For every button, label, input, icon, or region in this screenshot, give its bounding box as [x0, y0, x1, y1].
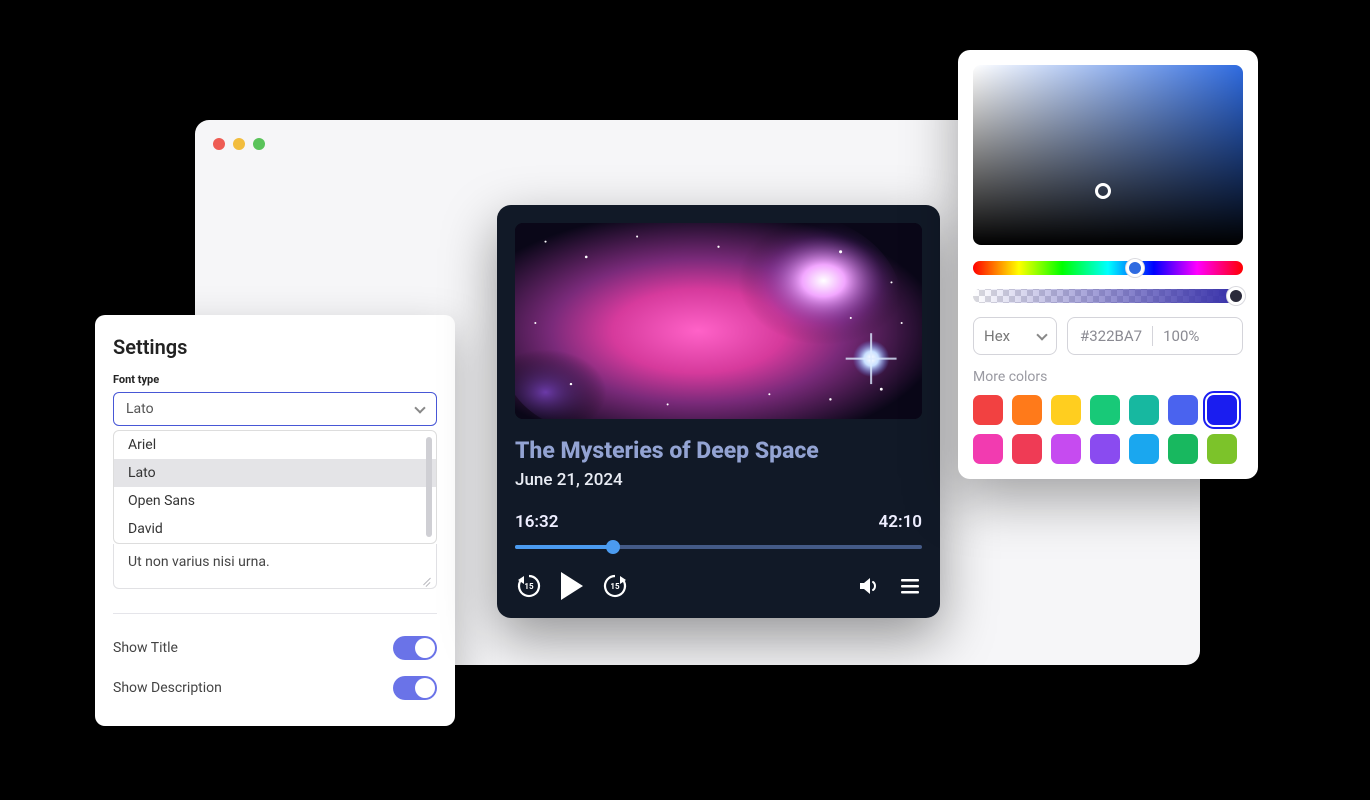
hue-slider[interactable]: [973, 261, 1243, 275]
color-swatch[interactable]: [1051, 395, 1081, 425]
rewind-15-icon: 15: [515, 572, 543, 600]
forward-15-icon: 15: [601, 572, 629, 600]
color-swatch[interactable]: [973, 395, 1003, 425]
menu-button[interactable]: [898, 574, 922, 598]
font-option[interactable]: Ariel: [114, 431, 436, 459]
alpha-slider[interactable]: [973, 289, 1243, 303]
color-value-input[interactable]: #322BA7 100%: [1067, 317, 1243, 355]
hex-value: #322BA7: [1080, 327, 1142, 345]
window-minimize-dot[interactable]: [233, 138, 245, 150]
audio-player-card: The Mysteries of Deep Space June 21, 202…: [497, 205, 940, 618]
swatch-grid: [973, 395, 1243, 464]
seek-bar[interactable]: [515, 540, 922, 554]
seek-fill: [515, 545, 613, 549]
color-swatch[interactable]: [1168, 434, 1198, 464]
dropdown-scrollbar[interactable]: [426, 437, 432, 537]
play-icon: [561, 572, 583, 600]
chevron-down-icon: [1036, 331, 1046, 341]
color-swatch[interactable]: [1051, 434, 1081, 464]
toggle-label: Show Description: [113, 680, 222, 696]
color-picker-panel: Hex #322BA7 100% More colors: [958, 50, 1258, 479]
color-swatch[interactable]: [1207, 395, 1237, 425]
divider: [1152, 326, 1153, 346]
svg-text:15: 15: [524, 582, 534, 591]
color-swatch[interactable]: [1129, 395, 1159, 425]
divider: [113, 613, 437, 614]
description-textarea[interactable]: Ut non varius nisi urna.: [113, 544, 437, 589]
player-current-time: 16:32: [515, 512, 558, 532]
settings-toggle-row: Show Description: [113, 668, 437, 708]
chevron-down-icon: [414, 404, 424, 414]
menu-icon: [898, 574, 922, 598]
play-button[interactable]: [561, 572, 583, 600]
font-type-dropdown: ArielLatoOpen SansDavid: [113, 430, 437, 544]
toggle-knob: [415, 678, 435, 698]
opacity-value: 100%: [1163, 327, 1199, 345]
color-swatch[interactable]: [1207, 434, 1237, 464]
resize-grip-icon[interactable]: [422, 574, 432, 584]
player-times: 16:32 42:10: [515, 512, 922, 532]
description-textarea-text: Ut non varius nisi urna.: [128, 554, 270, 570]
font-option[interactable]: Open Sans: [114, 487, 436, 515]
toggle-knob: [415, 638, 435, 658]
player-duration: 42:10: [879, 512, 922, 532]
player-cover-image: [515, 223, 922, 419]
color-swatch[interactable]: [1012, 395, 1042, 425]
volume-button[interactable]: [856, 574, 880, 598]
color-gradient-area[interactable]: [973, 65, 1243, 245]
font-option[interactable]: David: [114, 515, 436, 543]
settings-toggle-row: Show Title: [113, 628, 437, 668]
alpha-slider-knob[interactable]: [1227, 287, 1245, 305]
color-swatch[interactable]: [973, 434, 1003, 464]
hue-slider-knob[interactable]: [1126, 259, 1144, 277]
rewind-15-button[interactable]: 15: [515, 572, 543, 600]
toggle-label: Show Title: [113, 640, 178, 656]
gradient-cursor[interactable]: [1095, 183, 1111, 199]
forward-15-button[interactable]: 15: [601, 572, 629, 600]
color-swatch[interactable]: [1090, 434, 1120, 464]
window-maximize-dot[interactable]: [253, 138, 265, 150]
svg-text:15: 15: [610, 582, 620, 591]
player-date: June 21, 2024: [515, 470, 922, 490]
color-swatch[interactable]: [1090, 395, 1120, 425]
font-type-selected-value: Lato: [126, 401, 154, 417]
font-option[interactable]: Lato: [114, 459, 436, 487]
font-type-label: Font type: [113, 373, 437, 386]
settings-title: Settings: [113, 335, 437, 359]
volume-icon: [856, 574, 880, 598]
toggle-switch[interactable]: [393, 636, 437, 660]
color-swatch[interactable]: [1129, 434, 1159, 464]
seek-knob[interactable]: [606, 540, 620, 554]
more-colors-label: More colors: [973, 369, 1243, 385]
color-mode-select[interactable]: Hex: [973, 317, 1057, 355]
color-swatch[interactable]: [1168, 395, 1198, 425]
toggle-switch[interactable]: [393, 676, 437, 700]
font-type-select[interactable]: Lato: [113, 392, 437, 426]
alpha-slider-overlay: [973, 289, 1243, 303]
settings-panel: Settings Font type Lato ArielLatoOpen Sa…: [95, 315, 455, 726]
color-swatch[interactable]: [1012, 434, 1042, 464]
window-close-dot[interactable]: [213, 138, 225, 150]
player-title: The Mysteries of Deep Space: [515, 437, 922, 464]
color-mode-value: Hex: [984, 327, 1010, 345]
